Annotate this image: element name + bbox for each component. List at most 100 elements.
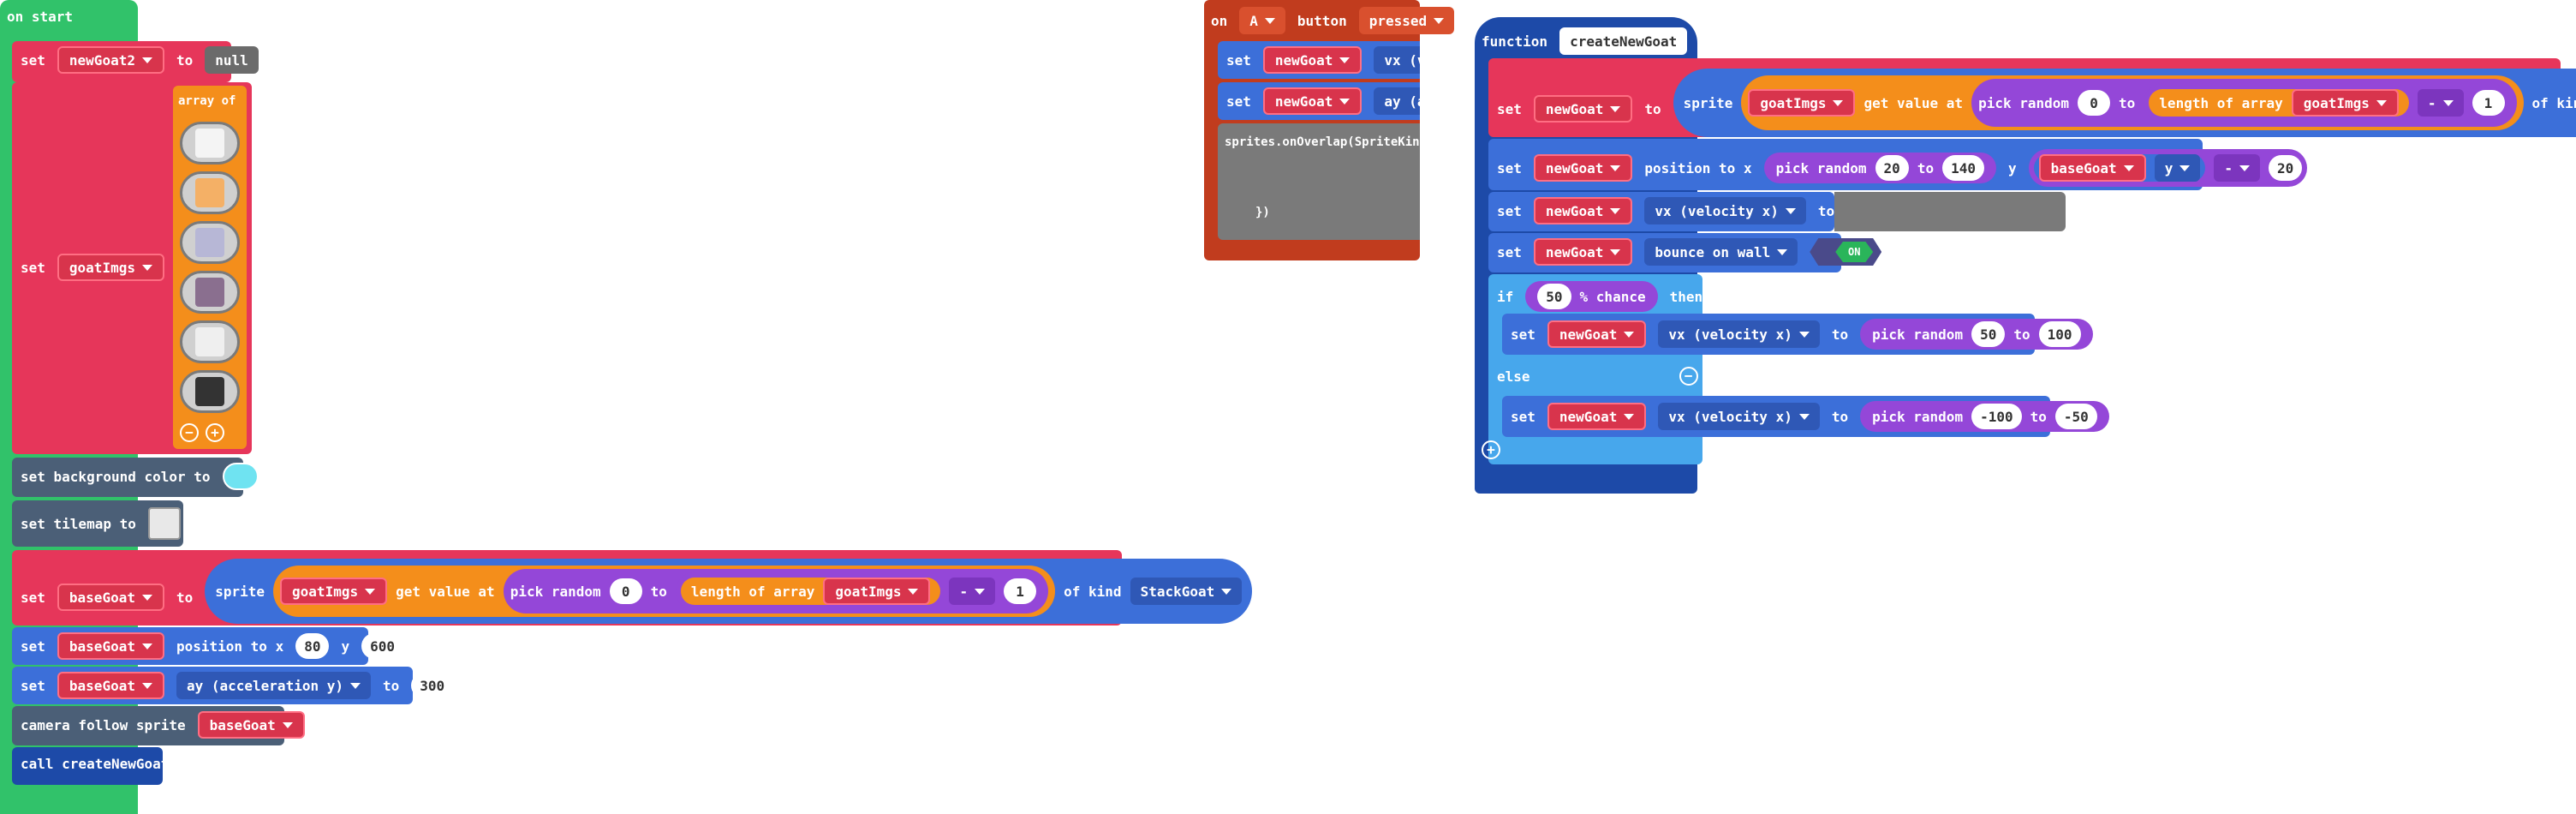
random-min-input[interactable]: 50 <box>1971 321 2006 347</box>
set-newgoat-vx-random-block[interactable]: set newGoat vx (velocity x) to pick rand… <box>1502 314 2093 355</box>
add-branch-button[interactable]: + <box>1482 440 1500 459</box>
set-background-color-block[interactable]: set background color to <box>12 458 259 497</box>
subtract-value-input[interactable]: 20 <box>2268 155 2303 181</box>
pick-random-block[interactable]: pick random 50 to 100 <box>1860 319 2093 350</box>
minus-operation-block[interactable]: length of array goatImgs - 1 <box>2144 83 2510 123</box>
set-basegoat-position-block[interactable]: set baseGoat position to x 80 y 600 <box>12 627 404 665</box>
set-keyword: set <box>1497 159 1522 177</box>
set-newgoat-vx-block[interactable]: set newGoat vx (velocity <box>1218 41 1420 79</box>
goat-image-3[interactable] <box>180 221 240 264</box>
property-dropdown-y[interactable]: y <box>2154 154 2201 182</box>
sprite-variable-newgoat[interactable]: newGoat <box>1533 238 1633 266</box>
array-variable-goatimgs[interactable]: goatImgs <box>2291 89 2399 117</box>
property-dropdown-ay[interactable]: ay (accelera <box>1374 87 1420 115</box>
chance-value-input[interactable]: 50 <box>1537 284 1571 309</box>
array-variable-goatimgs[interactable]: goatImgs <box>1748 89 1856 117</box>
button-dropdown-a[interactable]: A <box>1239 7 1285 34</box>
array-variable-goatimgs[interactable]: goatImgs <box>823 578 931 605</box>
collapse-icon[interactable]: ^ <box>1699 31 1720 51</box>
set-newgoat-position-block[interactable]: set newGoat position to x pick random 20… <box>1488 139 2308 190</box>
random-x-max-input[interactable]: 140 <box>1942 155 1984 181</box>
event-dropdown-pressed[interactable]: pressed <box>1358 7 1455 34</box>
random-min-input[interactable]: 0 <box>609 578 642 604</box>
subtract-value-input[interactable]: 1 <box>1004 578 1037 604</box>
property-dropdown-vx[interactable]: vx (velocity <box>1374 46 1420 74</box>
sprite-variable-newgoat[interactable]: newGoat <box>1533 154 1633 182</box>
sprite-variable-newgoat[interactable]: newGoat <box>1547 403 1647 430</box>
variable-dropdown-newgoat[interactable]: newGoat <box>1533 95 1633 123</box>
pick-random-block[interactable]: pick random -100 to -50 <box>1860 401 2109 432</box>
flag-dropdown-bounce[interactable]: bounce on wall <box>1644 238 1798 266</box>
random-max-input[interactable]: 100 <box>2038 321 2081 347</box>
set-newgoat2-block[interactable]: set newGoat2 to null <box>12 41 259 82</box>
array-variable-goatimgs[interactable]: goatImgs <box>280 578 388 605</box>
sprite-variable-newgoat[interactable]: newGoat <box>1533 197 1633 224</box>
array-of-block[interactable]: array of − + <box>173 86 247 449</box>
sprite-property-block[interactable]: baseGoat y <box>2033 154 2206 182</box>
sprite-variable-basegoat[interactable]: baseGoat <box>2038 154 2146 182</box>
sprite-variable-basegoat[interactable]: baseGoat <box>57 632 164 660</box>
pick-random-x-block[interactable]: pick random 20 to 140 <box>1763 153 1996 183</box>
minus-y-block[interactable]: baseGoat y - 20 <box>2028 149 2308 187</box>
call-createnewgoat-block[interactable]: call createNewGoat <box>12 747 169 785</box>
property-dropdown-vx[interactable]: vx (velocity x) <box>1658 403 1820 430</box>
set-newgoat-vx-negative-block[interactable]: set newGoat vx (velocity x) to pick rand… <box>1502 396 2109 437</box>
property-dropdown-ay[interactable]: ay (acceleration y) <box>176 672 371 699</box>
set-basegoat-block[interactable]: set baseGoat to sprite goatImgs get valu… <box>12 550 1253 625</box>
camera-follow-block[interactable]: camera follow sprite baseGoat <box>12 706 305 745</box>
remove-item-button[interactable]: − <box>180 423 199 442</box>
property-dropdown-vx[interactable]: vx (velocity x) <box>1658 320 1820 348</box>
sprite-of-kind-block[interactable]: sprite goatImgs get value at pick random… <box>205 559 1253 624</box>
null-value[interactable]: null <box>205 46 259 74</box>
pick-random-block[interactable]: pick random 0 to length of array goatImg… <box>1971 79 2517 127</box>
color-swatch[interactable] <box>222 463 259 490</box>
get-value-at-block[interactable]: goatImgs get value at pick random 0 to l… <box>273 566 1056 617</box>
goat-image-1[interactable] <box>180 122 240 165</box>
set-newgoat-bounce-block[interactable]: set newGoat bounce on wall ON <box>1488 233 1882 272</box>
add-item-button[interactable]: + <box>206 423 224 442</box>
random-x-min-input[interactable]: 20 <box>1875 155 1909 181</box>
sprite-variable-newgoat[interactable]: newGoat <box>1262 87 1363 115</box>
set-tilemap-block[interactable]: set tilemap to <box>12 500 183 547</box>
goat-image-5[interactable] <box>180 320 240 363</box>
minus-operation-block[interactable]: length of array goatImgs - 1 <box>675 572 1042 610</box>
percent-chance-block[interactable]: 50 % chance <box>1525 281 1658 312</box>
length-of-array-block[interactable]: length of array goatImgs <box>2149 89 2409 117</box>
set-basegoat-ay-block[interactable]: set baseGoat ay (acceleration y) to 300 <box>12 667 454 704</box>
variable-dropdown-goatimgs[interactable]: goatImgs <box>57 254 164 281</box>
ay-value-input[interactable]: 300 <box>411 673 454 698</box>
goat-image-4[interactable] <box>180 271 240 314</box>
goat-image-2[interactable] <box>180 171 240 214</box>
random-max-input[interactable]: -50 <box>2054 404 2097 429</box>
toggle-on[interactable]: ON <box>1810 238 1882 266</box>
length-of-array-block[interactable]: length of array goatImgs <box>680 578 941 605</box>
pick-random-block[interactable]: pick random 0 to length of array goatImg… <box>503 569 1049 613</box>
sprite-variable-basegoat[interactable]: baseGoat <box>57 672 164 699</box>
position-y-input[interactable]: 600 <box>361 633 404 659</box>
operator-dropdown[interactable]: - <box>2214 154 2260 182</box>
javascript-code-block[interactable]: sprites.onOverlap(SpriteKind.Go }) <box>1218 123 1420 240</box>
property-dropdown-vx[interactable]: vx (velocity x) <box>1644 197 1806 224</box>
tilemap-thumbnail[interactable] <box>147 507 181 540</box>
goat-image-6[interactable] <box>180 370 240 413</box>
variable-dropdown-newgoat2[interactable]: newGoat2 <box>57 46 164 74</box>
sprite-variable-newgoat[interactable]: newGoat <box>1262 46 1363 74</box>
sprite-of-kind-block[interactable]: sprite goatImgs get value at pick random… <box>1673 69 2576 137</box>
sprite-variable-newgoat[interactable]: newGoat <box>1547 320 1647 348</box>
set-newgoat-vx-block[interactable]: set newGoat vx (velocity x) to 50 <box>1488 192 1881 231</box>
set-newgoat-ay-block[interactable]: set newGoat ay (accelera <box>1218 82 1420 120</box>
sprite-variable-basegoat[interactable]: baseGoat <box>197 711 305 739</box>
function-name-field[interactable]: createNewGoat <box>1559 27 1688 55</box>
get-value-at-block[interactable]: goatImgs get value at pick random 0 to l… <box>1741 75 2524 130</box>
position-x-input[interactable]: 80 <box>295 633 330 659</box>
subtract-value-input[interactable]: 1 <box>2472 90 2505 116</box>
on-a-button-pressed-block[interactable]: on A button pressed set newGoat vx (velo… <box>1204 0 1455 260</box>
operator-dropdown[interactable]: - <box>2417 89 2464 117</box>
kind-dropdown-stackgoat[interactable]: StackGoat <box>1130 578 1243 605</box>
remove-else-button[interactable]: − <box>1679 367 1698 386</box>
random-min-input[interactable]: -100 <box>1971 404 2022 429</box>
variable-dropdown-basegoat[interactable]: baseGoat <box>57 584 164 611</box>
operator-dropdown[interactable]: - <box>949 578 996 605</box>
random-min-input[interactable]: 0 <box>2078 90 2111 116</box>
set-newgoat-sprite-block[interactable]: set newGoat to sprite goatImgs get value… <box>1488 58 2576 137</box>
